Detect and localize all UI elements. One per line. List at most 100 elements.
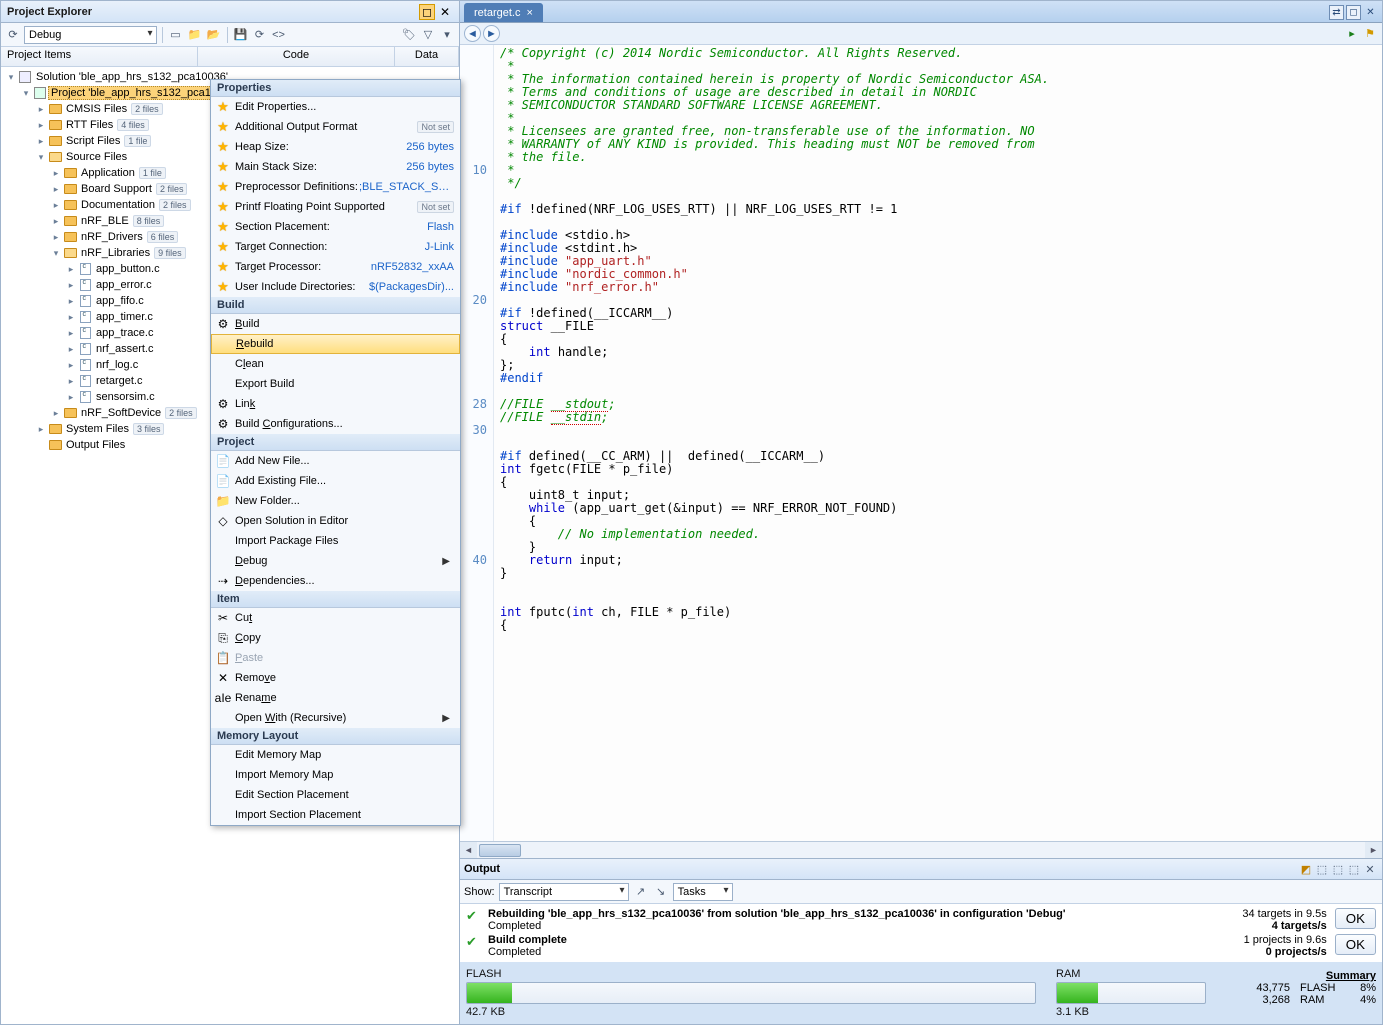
- ctx-item[interactable]: Rebuild: [211, 334, 460, 354]
- ctx-item[interactable]: 📄 Add Existing File...: [211, 471, 460, 491]
- ctx-item[interactable]: Open With (Recursive) ▶: [211, 708, 460, 728]
- ctx-item[interactable]: ✕ Remove: [211, 668, 460, 688]
- output-opt3-icon[interactable]: ⬚: [1330, 861, 1346, 877]
- ctx-item[interactable]: Clean: [211, 354, 460, 374]
- expand-icon[interactable]: ▸: [35, 137, 47, 146]
- ctx-item[interactable]: Import Memory Map: [211, 765, 460, 785]
- filter-icon[interactable]: ▽: [420, 27, 436, 43]
- ctx-item-icon: 📄: [211, 454, 235, 468]
- output-opt1-icon[interactable]: ◩: [1298, 861, 1314, 877]
- expand-icon[interactable]: ▸: [50, 201, 62, 210]
- output-opt2-icon[interactable]: ⬚: [1314, 861, 1330, 877]
- expand-icon[interactable]: ▸: [35, 121, 47, 130]
- ctx-item[interactable]: Import Section Placement: [211, 805, 460, 825]
- ctx-item[interactable]: ⎘ Copy: [211, 628, 460, 648]
- ctx-prop-item[interactable]: ★ Edit Properties...: [211, 97, 460, 117]
- ctx-item[interactable]: 📁 New Folder...: [211, 491, 460, 511]
- ctx-prop-item[interactable]: ★ Target Connection: J-Link: [211, 237, 460, 257]
- col-data[interactable]: Data: [395, 47, 459, 66]
- expand-icon[interactable]: ▸: [65, 345, 77, 354]
- expand-icon[interactable]: ▸: [50, 185, 62, 194]
- file-count-badge: 1 file: [124, 135, 151, 147]
- expand-icon[interactable]: ▸: [50, 169, 62, 178]
- ctx-item[interactable]: aIe Rename: [211, 688, 460, 708]
- ctx-item[interactable]: Debug ▶: [211, 551, 460, 571]
- menu-icon[interactable]: ▾: [439, 27, 455, 43]
- ctx-item[interactable]: ⚙ Link: [211, 394, 460, 414]
- ctx-item[interactable]: ◇ Open Solution in Editor: [211, 511, 460, 531]
- refresh-icon[interactable]: ⟳: [5, 27, 21, 43]
- ctx-item-label: Additional Output Format: [235, 121, 417, 133]
- expand-icon[interactable]: ▾: [5, 73, 17, 82]
- output-next-icon[interactable]: ↗: [633, 884, 649, 900]
- tab-retarget-c[interactable]: retarget.c ×: [464, 3, 543, 22]
- expand-icon[interactable]: ▸: [65, 361, 77, 370]
- expand-icon[interactable]: ▸: [50, 233, 62, 242]
- node-icon: [47, 118, 63, 132]
- ctx-item[interactable]: Edit Memory Map: [211, 745, 460, 765]
- expand-icon[interactable]: ▸: [65, 313, 77, 322]
- expand-icon[interactable]: ▸: [50, 409, 62, 418]
- output-show-dropdown[interactable]: Transcript: [499, 883, 629, 901]
- tag-icon[interactable]: 🏷: [401, 27, 417, 43]
- ctx-prop-item[interactable]: ★ Printf Floating Point Supported Not se…: [211, 197, 460, 217]
- col-code[interactable]: Code: [198, 47, 395, 66]
- ctx-item[interactable]: Import Package Files: [211, 531, 460, 551]
- expand-icon[interactable]: ▾: [50, 249, 62, 258]
- expand-icon[interactable]: ▸: [65, 297, 77, 306]
- folder-tree-icon[interactable]: 📂: [206, 27, 222, 43]
- code-editor[interactable]: 1020283040 /* Copyright (c) 2014 Nordic …: [460, 45, 1382, 841]
- expand-icon[interactable]: ▸: [35, 105, 47, 114]
- ctx-prop-item[interactable]: ★ Preprocessor Definitions: ;BLE_STACK_S…: [211, 177, 460, 197]
- expand-icon[interactable]: ▾: [20, 89, 32, 98]
- output-opt4-icon[interactable]: ⬚: [1346, 861, 1362, 877]
- ctx-item[interactable]: 📄 Add New File...: [211, 451, 460, 471]
- refresh2-icon[interactable]: ⟳: [252, 27, 268, 43]
- goto-icon[interactable]: ▸: [1344, 26, 1360, 42]
- nav-forward-icon[interactable]: ►: [483, 25, 500, 42]
- ctx-item-icon: aIe: [211, 691, 235, 705]
- close-icon[interactable]: ✕: [437, 4, 453, 20]
- node-icon: [77, 278, 93, 292]
- save-icon[interactable]: 💾: [233, 27, 249, 43]
- col-project-items[interactable]: Project Items: [1, 47, 198, 66]
- maximize-icon[interactable]: ◻: [1346, 5, 1361, 20]
- expand-icon[interactable]: ▸: [35, 425, 47, 434]
- ctx-item[interactable]: ⚙ Build: [211, 314, 460, 334]
- editor-h-scrollbar[interactable]: ◄ ►: [460, 841, 1382, 858]
- folder-icon[interactable]: 📁: [187, 27, 203, 43]
- expand-icon[interactable]: ▸: [65, 281, 77, 290]
- expand-icon[interactable]: ▸: [65, 377, 77, 386]
- ok-button[interactable]: OK: [1335, 908, 1376, 929]
- nav-back-icon[interactable]: ◄: [464, 25, 481, 42]
- code-icon[interactable]: <>: [271, 27, 287, 43]
- expand-icon[interactable]: ▸: [65, 265, 77, 274]
- ctx-prop-item[interactable]: ★ Section Placement: Flash: [211, 217, 460, 237]
- ctx-item[interactable]: Edit Section Placement: [211, 785, 460, 805]
- ctx-prop-item[interactable]: ★ Target Processor: nRF52832_xxAA: [211, 257, 460, 277]
- ctx-item[interactable]: ✂ Cut: [211, 608, 460, 628]
- ctx-prop-item[interactable]: ★ Additional Output Format Not set: [211, 117, 460, 137]
- ctx-item[interactable]: ⚙ Build Configurations...: [211, 414, 460, 434]
- new-window-icon[interactable]: ▭: [168, 27, 184, 43]
- output-tasks-dropdown[interactable]: Tasks: [673, 883, 733, 901]
- editor-close-icon[interactable]: ✕: [1363, 5, 1378, 20]
- expand-icon[interactable]: ▸: [65, 329, 77, 338]
- expand-icon[interactable]: ▸: [65, 393, 77, 402]
- output-close-icon[interactable]: ✕: [1362, 861, 1378, 877]
- ok-button[interactable]: OK: [1335, 934, 1376, 955]
- tab-close-icon[interactable]: ×: [526, 7, 532, 19]
- expand-icon[interactable]: ▸: [50, 217, 62, 226]
- ctx-item[interactable]: 📋 Paste: [211, 648, 460, 668]
- ctx-item[interactable]: Export Build: [211, 374, 460, 394]
- ctx-prop-item[interactable]: ★ User Include Directories: $(PackagesDi…: [211, 277, 460, 297]
- bookmark-icon[interactable]: ⚑: [1362, 26, 1378, 42]
- ctx-item[interactable]: ⇢ Dependencies...: [211, 571, 460, 591]
- ctx-prop-item[interactable]: ★ Main Stack Size: 256 bytes: [211, 157, 460, 177]
- ctx-prop-item[interactable]: ★ Heap Size: 256 bytes: [211, 137, 460, 157]
- config-dropdown[interactable]: Debug: [24, 26, 157, 44]
- expand-icon[interactable]: ▾: [35, 153, 47, 162]
- split-icon[interactable]: ⇄: [1329, 5, 1344, 20]
- window-restore-icon[interactable]: ◻: [419, 4, 435, 20]
- output-prev-icon[interactable]: ↘: [653, 884, 669, 900]
